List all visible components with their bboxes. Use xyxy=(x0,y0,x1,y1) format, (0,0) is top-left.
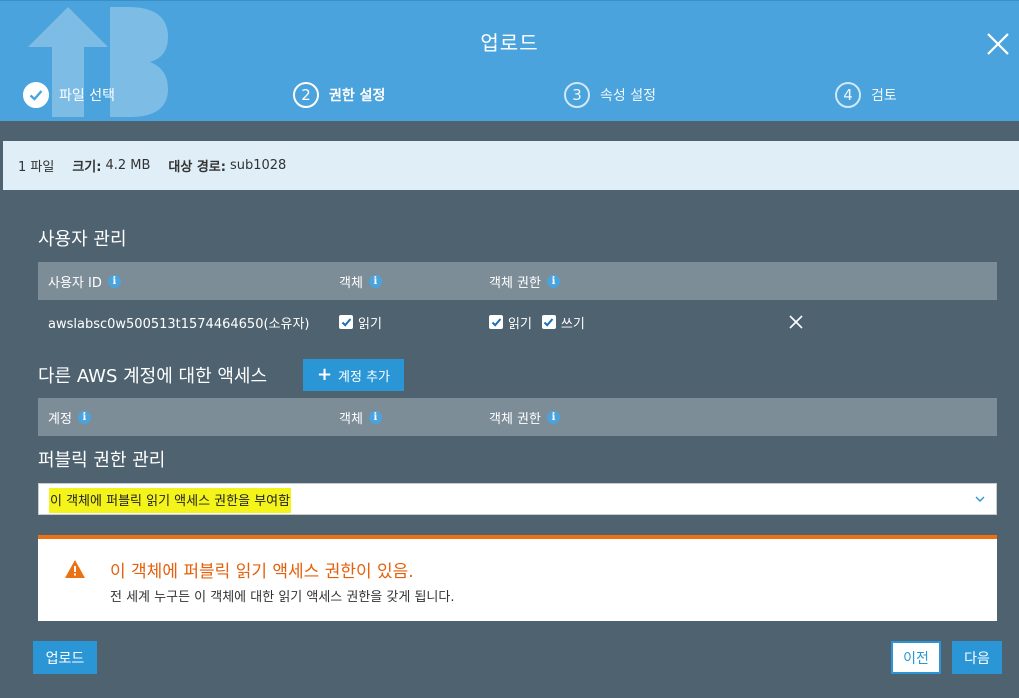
next-button[interactable]: 다음 xyxy=(952,641,1002,674)
step-label: 파일 선택 xyxy=(59,88,115,104)
accounts-table-header: 계정 i 객체 i 객체 권한 i xyxy=(38,398,997,436)
column-user-id: 사용자 ID i xyxy=(48,262,121,300)
column-object-permissions: 객체 권한 i xyxy=(489,398,560,436)
file-count: 1 파일 xyxy=(18,160,55,175)
user-id-cell: awslabsc0w500513t1574464650(소유자) xyxy=(48,316,310,332)
column-object: 객체 i xyxy=(339,398,382,436)
previous-button[interactable]: 이전 xyxy=(891,641,941,674)
wizard-steps: 파일 선택 2 권한 설정 3 속성 설정 4 검토 xyxy=(0,81,1019,111)
object-permissions-cell: 읽기 쓰기 xyxy=(489,302,595,342)
permission-read-checkbox[interactable] xyxy=(489,315,503,329)
public-permissions-title: 퍼블릭 권한 관리 xyxy=(38,450,166,471)
destination-value: sub1028 xyxy=(229,158,287,173)
column-object-permissions: 객체 권한 i xyxy=(489,262,560,300)
chevron-down-icon xyxy=(975,496,985,502)
add-account-label: 계정 추가 xyxy=(338,369,391,385)
size-label: 크기: xyxy=(72,160,102,175)
step-label: 권한 설정 xyxy=(329,88,386,104)
user-table-header: 사용자 ID i 객체 i 객체 권한 i xyxy=(38,262,997,300)
size-value: 4.2 MB xyxy=(105,158,151,173)
warning-description: 전 세계 누구든 이 객체에 대한 읽기 액세스 권한을 갖게 됩니다. xyxy=(110,590,455,605)
wizard-header: 업로드 파일 선택 2 권한 설정 3 속성 설정 4 검토 xyxy=(0,0,1019,121)
destination-label: 대상 경로: xyxy=(168,160,226,175)
step-number: 4 xyxy=(835,82,861,108)
object-cell: 읽기 xyxy=(339,302,392,342)
other-accounts-title: 다른 AWS 계정에 대한 액세스 xyxy=(38,366,268,387)
info-icon[interactable]: i xyxy=(368,274,382,288)
public-permissions-select[interactable]: 이 객체에 퍼블릭 읽기 액세스 권한을 부여함 xyxy=(38,483,997,515)
check-icon xyxy=(23,82,49,108)
warning-title: 이 객체에 퍼블릭 읽기 액세스 권한이 있음. xyxy=(110,562,414,582)
dialog-title: 업로드 xyxy=(480,31,539,55)
info-icon[interactable]: i xyxy=(546,274,560,288)
step-set-properties[interactable]: 3 속성 설정 xyxy=(564,81,656,109)
column-account: 계정 i xyxy=(48,398,91,436)
object-read-checkbox[interactable] xyxy=(339,315,353,329)
remove-user-icon[interactable] xyxy=(788,314,804,330)
close-icon[interactable] xyxy=(985,31,1011,57)
permission-write-checkbox[interactable] xyxy=(541,315,556,329)
selected-option: 이 객체에 퍼블릭 읽기 액세스 권한을 부여함 xyxy=(49,487,292,511)
plus-icon: + xyxy=(316,364,333,385)
info-icon[interactable]: i xyxy=(546,410,560,424)
add-account-button[interactable]: + 계정 추가 xyxy=(303,359,404,391)
info-icon[interactable]: i xyxy=(77,410,91,424)
upload-summary-bar: 1 파일 크기: 4.2 MB 대상 경로: sub1028 xyxy=(3,141,1019,190)
warning-icon xyxy=(65,560,85,578)
step-select-files[interactable]: 파일 선택 xyxy=(23,81,115,109)
column-object: 객체 i xyxy=(339,262,382,300)
table-row: awslabsc0w500513t1574464650(소유자) 읽기 읽기 쓰… xyxy=(38,302,997,342)
step-label: 검토 xyxy=(871,88,897,104)
upload-button[interactable]: 업로드 xyxy=(33,641,97,674)
checkbox-label: 읽기 xyxy=(358,316,382,332)
step-number: 2 xyxy=(293,82,319,108)
step-label: 속성 설정 xyxy=(600,88,656,104)
info-icon[interactable]: i xyxy=(368,410,382,424)
public-access-warning: 이 객체에 퍼블릭 읽기 액세스 권한이 있음. 전 세계 누구든 이 객체에 … xyxy=(38,535,997,621)
step-review[interactable]: 4 검토 xyxy=(835,81,897,109)
checkbox-label: 읽기 xyxy=(508,316,532,332)
user-management-title: 사용자 관리 xyxy=(38,229,127,250)
checkbox-label: 쓰기 xyxy=(560,316,585,332)
step-number: 3 xyxy=(564,82,590,108)
step-set-permissions[interactable]: 2 권한 설정 xyxy=(293,81,385,109)
info-icon[interactable]: i xyxy=(107,274,121,288)
